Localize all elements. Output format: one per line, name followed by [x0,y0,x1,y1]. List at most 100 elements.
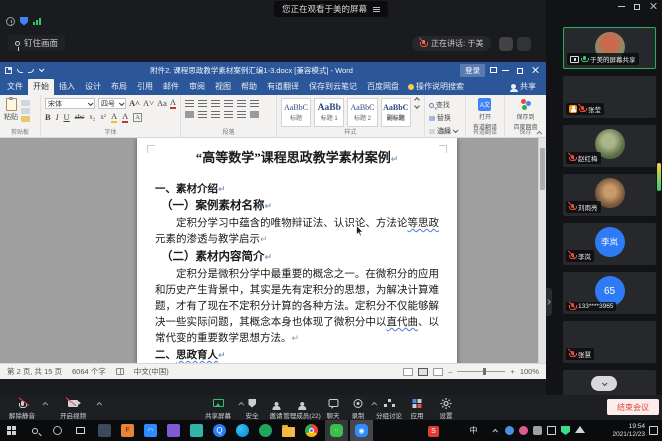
line-spacing-icon[interactable] [237,111,246,118]
banner-menu-icon[interactable] [373,7,380,12]
font-size-box[interactable]: 四号 [98,98,126,109]
cortana-icon[interactable] [50,423,65,438]
zoom-out-icon[interactable]: – [448,367,452,376]
proofing-icon[interactable] [116,368,124,375]
voov-meeting-app-icon[interactable]: ◉ [354,423,369,438]
subscript-button[interactable]: x₂ [89,113,95,122]
purple-app-icon[interactable] [166,423,181,438]
scroll-participants-button[interactable] [591,376,617,391]
align-right-icon[interactable] [211,111,220,118]
web-layout-icon[interactable] [433,368,443,376]
tray-network-icon[interactable] [575,426,585,433]
doc-scrollbar[interactable] [538,138,546,363]
tab-youdao[interactable]: 有道翻译 [262,79,304,95]
manage-members-button[interactable]: 管理成员(22) [283,398,321,420]
tab-review[interactable]: 审阅 [184,79,210,95]
participant-tile[interactable]: 张慧 [563,321,656,363]
pin-screen-button[interactable]: 钉住画面 [8,35,65,51]
qat-customize-icon[interactable] [39,66,45,72]
meeting-info-icon[interactable] [6,17,15,26]
sort-icon[interactable] [250,100,259,107]
word-close-icon[interactable] [531,66,539,74]
word-restore-icon[interactable] [517,68,523,74]
style-heading2[interactable]: AaBbC 标题 2 [347,98,377,127]
superscript-button[interactable]: x² [100,113,106,122]
share-button[interactable]: 共享 [503,79,544,95]
tab-layout[interactable]: 布局 [106,79,132,95]
tell-me-search[interactable]: 操作说明搜索 [404,79,468,95]
tray-expand-chevron[interactable] [488,423,503,438]
page-indicator[interactable]: 第 2 页, 共 15 页 [7,366,62,377]
participant-tile-sharer[interactable]: 于美的屏幕共享 [563,27,656,69]
tab-file[interactable]: 文件 [2,79,28,95]
highlight-button[interactable]: A [111,112,117,123]
tab-insert[interactable]: 插入 [54,79,80,95]
sticky-notes-app-icon[interactable]: F [120,423,135,438]
qq-tray-icon[interactable]: S [426,424,441,439]
cut-icon[interactable] [21,100,30,106]
participant-tile[interactable]: 刘雨亮 [563,174,656,216]
unmute-button[interactable]: 解除静音 [9,398,35,420]
ribbon-options-icon[interactable] [490,67,497,73]
quark-app-icon[interactable]: Q [212,423,227,438]
font-name-box[interactable]: 宋体 [45,98,95,109]
start-video-button[interactable]: 开启视频 [60,398,86,420]
record-button[interactable]: 录制 [352,398,365,420]
invite-button[interactable]: 邀请 [270,398,283,420]
multilevel-list-icon[interactable] [211,100,220,107]
underline-button[interactable]: U [64,113,70,122]
breakout-rooms-button[interactable]: 分组讨论 [376,398,402,420]
shrink-font-icon[interactable]: A˅ [143,99,154,108]
grow-font-icon[interactable]: A˄ [129,99,140,108]
meeting-app-icon[interactable]: ◠ [143,423,158,438]
format-painter-icon[interactable] [21,116,30,122]
green-app-icon[interactable] [258,423,273,438]
bold-button[interactable]: B [45,113,51,122]
enclose-char-button[interactable]: A [133,113,142,122]
tray-icon-blue[interactable] [505,426,514,435]
chrome-browser-icon[interactable] [304,423,319,438]
signin-button[interactable]: 登录 [460,64,485,77]
close-icon[interactable] [649,2,657,10]
tab-references[interactable]: 引用 [132,79,158,95]
participant-tile[interactable]: 张莹 [563,76,656,118]
zoom-in-icon[interactable]: + [510,367,514,376]
share-options-chevron[interactable] [238,402,244,408]
increase-indent-icon[interactable] [237,100,246,107]
undo-icon[interactable] [17,69,23,73]
document-page[interactable]: “高等数学”课程思政教学素材案例↵ 一、素材介绍↵ （一）案例素材名称↵ 定积分… [137,138,457,363]
save-icon[interactable] [5,67,12,74]
participant-tile[interactable]: 65 133****3965 [563,272,656,314]
edge-browser-icon[interactable] [235,423,250,438]
participant-tile[interactable]: 赵红梅 [563,125,656,167]
change-case-icon[interactable]: Aa [157,99,167,108]
settings-button[interactable]: 设置 [440,398,453,420]
tray-icon-pink[interactable] [519,426,528,435]
language-indicator[interactable]: 中文(中国) [134,366,169,377]
tab-cloudnote[interactable]: 保存到云笔记 [304,79,362,95]
align-center-icon[interactable] [198,111,207,118]
style-subtitle[interactable]: AaBbC 副标题 [381,98,411,127]
paste-button[interactable]: 粘贴 [4,98,18,122]
tab-baidupan[interactable]: 百度网盘 [362,79,404,95]
mic-options-chevron[interactable] [42,402,48,408]
font-color-button[interactable]: A [122,112,128,123]
clear-format-icon[interactable]: A [170,98,176,109]
tab-design[interactable]: 设计 [80,79,106,95]
end-meeting-button[interactable]: 结束会议 [607,399,659,415]
tab-home[interactable]: 开始 [28,79,54,95]
zoom-slider[interactable] [457,371,505,372]
minimize-icon[interactable] [618,3,625,10]
copy-icon[interactable] [21,108,30,114]
file-explorer-icon[interactable] [281,423,296,438]
share-screen-button[interactable]: 共享屏幕 [205,398,231,420]
taskbar-search-icon[interactable] [27,423,42,438]
chat-button[interactable]: 聊天 [327,398,340,420]
styles-scroll[interactable] [414,98,420,108]
borders-icon[interactable] [250,111,259,118]
tab-help[interactable]: 帮助 [236,79,262,95]
action-center-icon[interactable] [649,426,658,435]
maximize-icon[interactable] [634,4,640,10]
align-left-icon[interactable] [185,111,194,118]
tray-security-icon[interactable] [561,426,570,435]
